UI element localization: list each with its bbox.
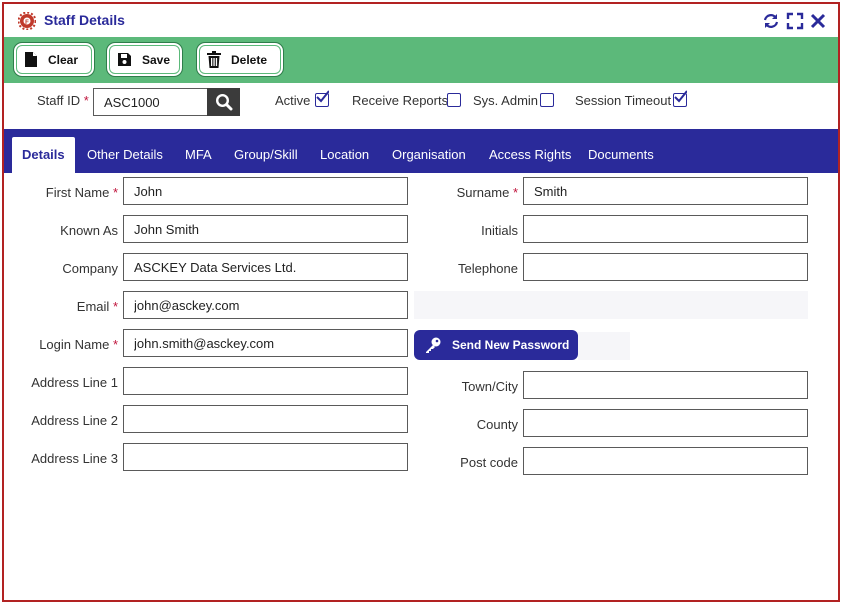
save-button[interactable]: Save: [106, 42, 183, 77]
toolbar: Clear Save Delete: [4, 37, 838, 83]
sys-admin-label: Sys. Admin: [473, 93, 539, 108]
tab-other-details[interactable]: Other Details: [87, 137, 163, 173]
known-as-input[interactable]: [123, 215, 408, 243]
clear-button[interactable]: Clear: [13, 42, 95, 77]
post-code-label: Post code: [460, 455, 518, 470]
close-icon[interactable]: [809, 12, 827, 30]
sys-admin-checkbox[interactable]: [540, 93, 554, 107]
telephone-input[interactable]: [523, 253, 808, 281]
session-timeout-label: Session Timeout: [575, 93, 672, 108]
session-timeout-checkbox[interactable]: [673, 90, 687, 107]
known-as-label: Known As: [60, 223, 118, 238]
title-bar: F Staff Details: [4, 4, 838, 37]
tab-documents[interactable]: Documents: [588, 137, 654, 173]
save-label: Save: [142, 52, 171, 67]
telephone-label: Telephone: [458, 261, 518, 276]
staff-details-window: F Staff Details Clear Save Delete Staff …: [2, 2, 840, 602]
receive-reports-label: Receive Reports: [352, 93, 449, 108]
tab-access-rights[interactable]: Access Rights: [489, 137, 571, 173]
active-checkbox[interactable]: [315, 90, 329, 107]
address-line-3-input[interactable]: [123, 443, 408, 471]
trash-icon: [207, 51, 221, 68]
empty-field-area: [414, 291, 808, 319]
town-city-label: Town/City: [461, 379, 518, 394]
active-label: Active: [275, 93, 311, 108]
search-button[interactable]: [207, 88, 240, 116]
surname-input[interactable]: [523, 177, 808, 205]
empty-field-area: [578, 332, 630, 360]
company-label: Company: [62, 261, 118, 276]
clear-label: Clear: [48, 52, 79, 67]
tab-bar: Details Other Details MFA Group/Skill Lo…: [4, 129, 838, 173]
tab-organisation[interactable]: Organisation: [392, 137, 466, 173]
initials-input[interactable]: [523, 215, 808, 243]
address-line-2-label: Address Line 2: [31, 413, 118, 428]
tab-location[interactable]: Location: [320, 137, 369, 173]
address-line-1-input[interactable]: [123, 367, 408, 395]
staff-id-input[interactable]: [93, 88, 208, 116]
login-name-label: Login Name *: [39, 337, 118, 352]
surname-label: Surname *: [456, 185, 518, 200]
window-title: Staff Details: [44, 12, 125, 28]
maximize-icon[interactable]: [786, 12, 804, 30]
gear-logo-icon: F: [18, 12, 36, 30]
email-label: Email *: [76, 299, 118, 314]
send-new-password-button[interactable]: Send New Password: [414, 330, 578, 360]
county-input[interactable]: [523, 409, 808, 437]
staff-id-label: Staff ID *: [37, 93, 89, 108]
address-line-3-label: Address Line 3: [31, 451, 118, 466]
checkmark-icon: [316, 90, 329, 103]
receive-reports-checkbox[interactable]: [447, 93, 461, 107]
login-name-input[interactable]: [123, 329, 408, 357]
delete-button[interactable]: Delete: [196, 42, 284, 77]
send-new-password-label: Send New Password: [452, 338, 570, 352]
post-code-input[interactable]: [523, 447, 808, 475]
first-name-label: First Name *: [45, 185, 118, 200]
refresh-icon[interactable]: [762, 12, 780, 30]
address-line-2-input[interactable]: [123, 405, 408, 433]
key-icon: [426, 337, 441, 353]
town-city-input[interactable]: [523, 371, 808, 399]
county-label: County: [476, 417, 518, 432]
svg-text:F: F: [25, 20, 29, 26]
checkmark-icon: [674, 90, 687, 103]
address-line-1-label: Address Line 1: [31, 375, 118, 390]
search-icon: [215, 93, 232, 111]
document-icon: [25, 52, 37, 67]
email-input[interactable]: [123, 291, 408, 319]
delete-label: Delete: [231, 52, 268, 67]
tab-details[interactable]: Details: [12, 137, 75, 173]
tab-group-skill[interactable]: Group/Skill: [234, 137, 298, 173]
company-input[interactable]: [123, 253, 408, 281]
initials-label: Initials: [481, 223, 518, 238]
tab-mfa[interactable]: MFA: [185, 137, 212, 173]
floppy-disk-icon: [118, 53, 131, 66]
first-name-input[interactable]: [123, 177, 408, 205]
